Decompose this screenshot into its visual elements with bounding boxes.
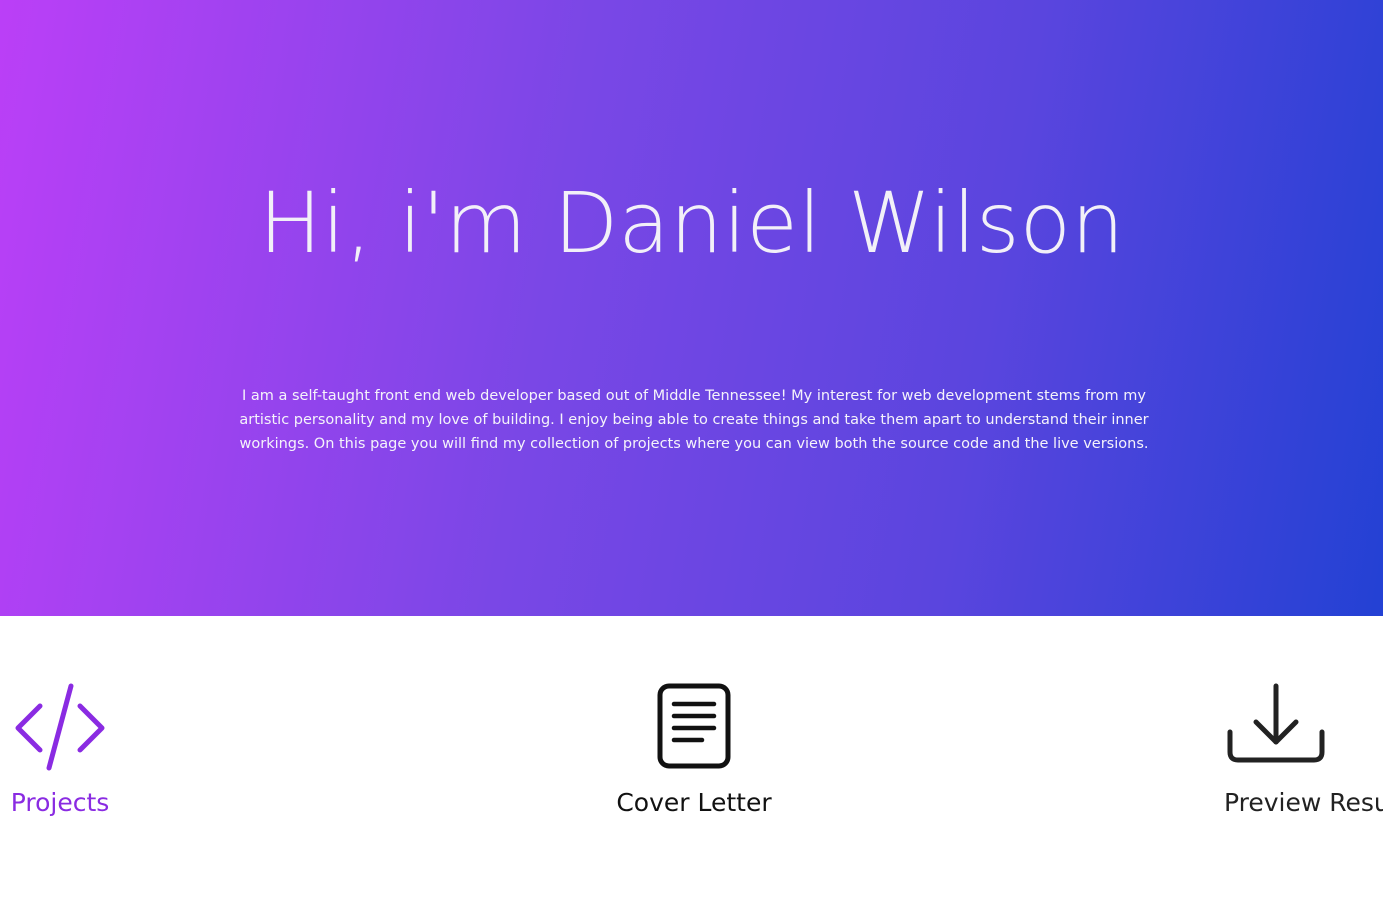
hero-bio: I am a self-taught front end web develop…	[239, 388, 1149, 452]
document-icon	[594, 682, 794, 772]
code-icon	[0, 682, 120, 772]
cover-letter-label: Cover Letter	[616, 788, 772, 817]
projects-link[interactable]: Projects	[0, 682, 120, 817]
cover-letter-link[interactable]: Cover Letter	[594, 682, 794, 817]
projects-label: Projects	[10, 788, 110, 817]
hero-title: Hi, i'm Daniel Wilson	[258, 174, 1125, 272]
preview-resume-label: Preview Resume	[1224, 788, 1383, 817]
links-section: Projects Cover Letter Preview Resume	[0, 616, 1383, 922]
preview-resume-link[interactable]: Preview Resume	[1224, 682, 1383, 817]
hero-section: Hi, i'm Daniel Wilson I am a self-taught…	[0, 0, 1383, 616]
download-icon	[1224, 682, 1328, 772]
